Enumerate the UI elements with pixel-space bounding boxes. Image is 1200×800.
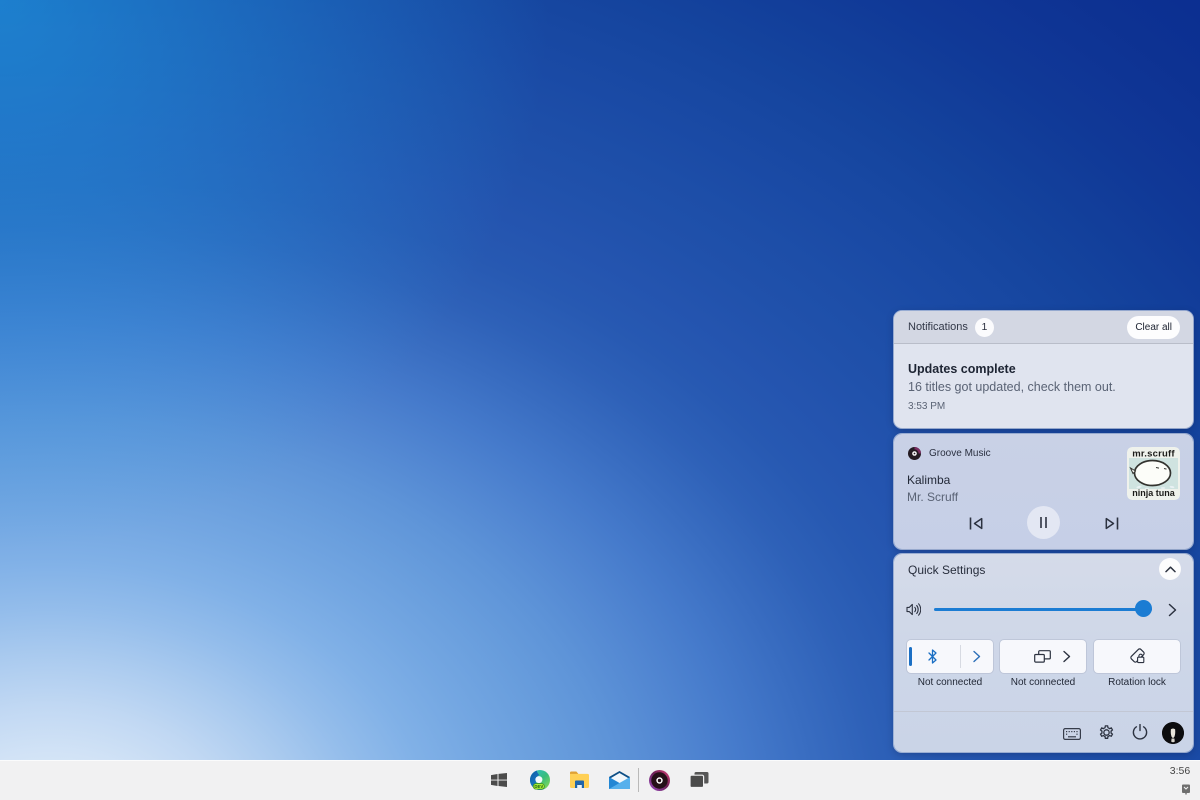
svg-text:ninja tuna: ninja tuna <box>1132 488 1175 498</box>
svg-text:DEV: DEV <box>534 784 543 789</box>
svg-text:mr.scruff: mr.scruff <box>1132 449 1175 460</box>
